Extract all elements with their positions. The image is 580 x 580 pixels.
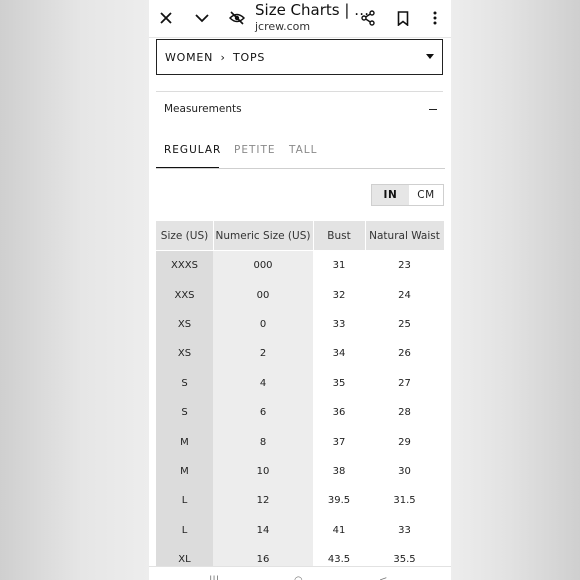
cell-natural-waist: 24: [365, 280, 444, 310]
cell-size: S: [156, 368, 213, 398]
table-row: M 10 38 30: [156, 456, 444, 487]
cell-numeric-size: 8: [213, 427, 313, 457]
cell-bust: 32: [313, 280, 365, 310]
cell-bust: 34: [313, 339, 365, 369]
page-domain: jcrew.com: [255, 20, 311, 33]
unit-toggle[interactable]: IN CM: [371, 184, 444, 206]
cell-size: XS: [156, 309, 213, 340]
cell-size: M: [156, 456, 213, 487]
header-natural-waist: Natural Waist: [365, 221, 444, 250]
close-icon[interactable]: [154, 6, 178, 30]
unit-cm-button[interactable]: CM: [409, 185, 443, 205]
section-divider-top: [156, 91, 443, 92]
tabs-divider: [156, 168, 445, 169]
table-row: XXS 00 32 24: [156, 280, 444, 310]
cell-size: XS: [156, 339, 213, 369]
cell-bust: 33: [313, 309, 365, 340]
cell-numeric-size: 10: [213, 456, 313, 487]
home-icon[interactable]: ○: [294, 575, 303, 580]
cell-numeric-size: 12: [213, 486, 313, 516]
share-icon[interactable]: [356, 6, 380, 30]
cell-bust: 31: [313, 251, 365, 281]
table-row: XS 2 34 26: [156, 339, 444, 369]
table-row: S 4 35 27: [156, 368, 444, 398]
cell-natural-waist: 33: [365, 515, 444, 545]
browser-toolbar: Size Charts | … jcrew.com: [149, 0, 451, 36]
phone-screen: Size Charts | … jcrew.com WOMEN › TOPS M…: [149, 0, 451, 580]
table-row: S 6 36 28: [156, 398, 444, 428]
background-left: [0, 0, 149, 580]
tab-petite[interactable]: PETITE: [234, 144, 276, 156]
cell-numeric-size: 000: [213, 251, 313, 281]
header-numeric-size: Numeric Size (US): [213, 221, 313, 250]
table-row: M 8 37 29: [156, 427, 444, 457]
table-header-row: Size (US) Numeric Size (US) Bust Natural…: [156, 221, 444, 250]
cell-numeric-size: 14: [213, 515, 313, 545]
recent-apps-icon[interactable]: |||: [209, 575, 219, 580]
header-divider: [213, 221, 214, 250]
cell-bust: 38: [313, 456, 365, 487]
collapse-minus-icon[interactable]: [429, 109, 437, 110]
back-icon[interactable]: <: [379, 575, 387, 580]
cell-natural-waist: 26: [365, 339, 444, 369]
cell-bust: 39.5: [313, 486, 365, 516]
header-divider: [365, 221, 366, 250]
cell-natural-waist: 31.5: [365, 486, 444, 516]
table-row: L 14 41 33: [156, 515, 444, 545]
breadcrumb-separator: ›: [220, 51, 226, 64]
cell-bust: 36: [313, 398, 365, 428]
cell-natural-waist: 30: [365, 456, 444, 487]
header-bust: Bust: [313, 221, 365, 250]
cell-numeric-size: 0: [213, 309, 313, 340]
category-dropdown-value: WOMEN › TOPS: [165, 51, 265, 64]
table-row: XS 0 33 25: [156, 309, 444, 340]
cell-numeric-size: 2: [213, 339, 313, 369]
cell-size: S: [156, 398, 213, 428]
cell-bust: 41: [313, 515, 365, 545]
chevron-down-icon[interactable]: [190, 6, 214, 30]
cell-size: XXXS: [156, 251, 213, 281]
cell-bust: 37: [313, 427, 365, 457]
cell-numeric-size: 6: [213, 398, 313, 428]
cell-size: L: [156, 515, 213, 545]
cell-natural-waist: 28: [365, 398, 444, 428]
cell-natural-waist: 29: [365, 427, 444, 457]
cell-natural-waist: 25: [365, 309, 444, 340]
toolbar-divider: [149, 37, 451, 38]
cell-natural-waist: 27: [365, 368, 444, 398]
header-divider: [313, 221, 314, 250]
cell-numeric-size: 00: [213, 280, 313, 310]
background-right: [451, 0, 580, 580]
bookmark-icon[interactable]: [391, 6, 415, 30]
tab-tall[interactable]: TALL: [289, 144, 317, 156]
category-tops: TOPS: [233, 51, 266, 64]
page-title: Size Charts | …: [255, 1, 370, 19]
category-women: WOMEN: [165, 51, 214, 64]
cell-size: L: [156, 486, 213, 516]
unit-in-button[interactable]: IN: [372, 185, 409, 205]
cell-size: M: [156, 427, 213, 457]
cell-numeric-size: 4: [213, 368, 313, 398]
caret-down-icon: [426, 54, 434, 59]
cell-size: XXS: [156, 280, 213, 310]
tab-regular[interactable]: REGULAR: [164, 144, 221, 156]
measurements-heading[interactable]: Measurements: [164, 103, 242, 115]
system-nav-bar: ||| ○ <: [149, 566, 451, 580]
header-size: Size (US): [156, 221, 213, 250]
category-dropdown[interactable]: WOMEN › TOPS: [156, 39, 443, 75]
table-row: L 12 39.5 31.5: [156, 486, 444, 516]
eye-off-icon[interactable]: [225, 6, 249, 30]
cell-bust: 35: [313, 368, 365, 398]
cell-natural-waist: 23: [365, 251, 444, 281]
table-row: XXXS 000 31 23: [156, 251, 444, 281]
more-vert-icon[interactable]: [423, 6, 447, 30]
